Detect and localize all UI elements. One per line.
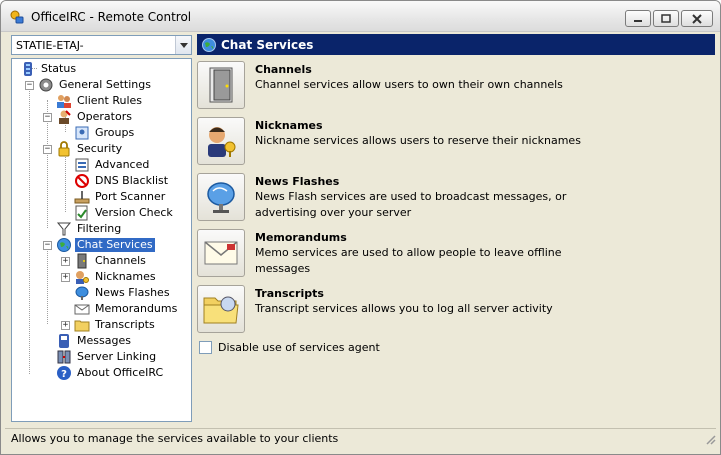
channels-title: Channels: [255, 63, 312, 76]
tree-item-groups[interactable]: Groups: [74, 125, 136, 141]
tree-item-filtering[interactable]: Filtering: [56, 221, 123, 237]
server-select-value: STATIE-ETAJ-: [16, 38, 84, 52]
svg-text:?: ?: [61, 369, 67, 380]
maximize-button[interactable]: [653, 10, 679, 27]
tree-collapse-toggle[interactable]: −: [43, 241, 52, 250]
status-text: Allows you to manage the services availa…: [11, 432, 339, 445]
globe-icon: [57, 238, 71, 252]
operators-icon: [59, 110, 71, 124]
channels-button[interactable]: [197, 61, 245, 109]
memorandums-button[interactable]: [197, 229, 245, 277]
tree-item-dns-blacklist[interactable]: DNS Blacklist: [74, 173, 170, 189]
tree-item-server-linking[interactable]: Server Linking: [56, 349, 158, 365]
panel-title: Chat Services: [221, 37, 314, 52]
disable-agent-label: Disable use of services agent: [218, 341, 380, 354]
channels-description: Channel services allow users to own thei…: [255, 78, 563, 91]
tree-item-security[interactable]: Security: [56, 141, 124, 157]
transcripts-description: Transcript services allows you to log al…: [255, 302, 553, 315]
tree-item-news-flashes[interactable]: News Flashes: [74, 285, 172, 301]
tree-line: [47, 244, 48, 324]
tree-item-client-rules[interactable]: Client Rules: [56, 93, 144, 109]
tree-expand-toggle[interactable]: +: [61, 273, 70, 282]
tree-item-advanced[interactable]: Advanced: [74, 157, 151, 173]
tree-expand-toggle[interactable]: +: [61, 257, 70, 266]
minimize-button[interactable]: [625, 10, 651, 27]
transcripts-button[interactable]: [197, 285, 245, 333]
app-icon: [10, 10, 24, 24]
tree-item-transcripts[interactable]: Transcripts: [74, 317, 157, 333]
memorandums-title: Memorandums: [255, 231, 347, 244]
satellite-icon: [207, 182, 235, 213]
close-icon: [692, 13, 702, 24]
status-icon: [24, 62, 32, 76]
memorandums-description: Memo services are used to allow people t…: [255, 246, 562, 275]
globe-icon: [202, 37, 216, 52]
nickname-icon: [208, 127, 236, 157]
tree-collapse-toggle[interactable]: −: [25, 81, 34, 90]
tree-item-chat-services[interactable]: Chat Services: [56, 237, 155, 253]
gear-icon: [39, 78, 53, 92]
blacklist-icon: [75, 174, 89, 188]
nicknames-description: Nickname services allows users to reserv…: [255, 134, 581, 147]
status-bar: Allows you to manage the services availa…: [5, 428, 716, 448]
nicknames-button[interactable]: [197, 117, 245, 165]
tree-item-memorandums[interactable]: Memorandums: [74, 301, 179, 317]
chevron-down-icon[interactable]: [175, 36, 191, 54]
tree-collapse-toggle[interactable]: −: [43, 145, 52, 154]
navigation-tree[interactable]: Status − General Settings Client Rules −…: [11, 58, 192, 422]
door-icon: [209, 67, 233, 103]
scanner-icon: [74, 191, 90, 204]
tree-item-about[interactable]: ? About OfficeIRC: [56, 365, 165, 381]
groups-icon: [75, 126, 89, 140]
tree-item-operators[interactable]: Operators: [56, 109, 134, 125]
server-select[interactable]: STATIE-ETAJ-: [11, 35, 192, 55]
lock-icon: [58, 141, 70, 157]
envelope-icon: [74, 304, 90, 315]
close-button[interactable]: [681, 10, 713, 27]
title-bar[interactable]: OfficeIRC - Remote Control: [1, 1, 720, 32]
messages-icon: [59, 334, 69, 348]
tree-item-channels[interactable]: Channels: [74, 253, 148, 269]
envelope-icon: [204, 241, 238, 265]
help-icon: ?: [57, 366, 71, 380]
satellite-icon: [75, 286, 89, 300]
app-window: OfficeIRC - Remote Control STATIE-ETAJ- …: [0, 0, 721, 455]
tree-expand-toggle[interactable]: +: [61, 321, 70, 330]
advanced-icon: [75, 158, 89, 172]
news-flashes-button[interactable]: [197, 173, 245, 221]
disable-agent-checkbox[interactable]: [199, 341, 212, 354]
maximize-icon: [661, 14, 671, 23]
nickname-icon: [76, 271, 89, 284]
tree-collapse-toggle[interactable]: −: [43, 113, 52, 122]
door-icon: [77, 253, 87, 269]
users-icon: [57, 95, 71, 108]
tree-item-nicknames[interactable]: Nicknames: [74, 269, 158, 285]
tree-item-port-scanner[interactable]: Port Scanner: [74, 189, 167, 205]
tree-item-general-settings[interactable]: General Settings: [38, 77, 153, 93]
window-title: OfficeIRC - Remote Control: [31, 10, 192, 24]
tree-item-status[interactable]: Status: [20, 61, 78, 77]
folder-icon: [74, 320, 90, 332]
nicknames-title: Nicknames: [255, 119, 323, 132]
folder-icon: [203, 296, 239, 324]
link-icon: [57, 350, 71, 364]
transcripts-title: Transcripts: [255, 287, 324, 300]
news-flashes-description: News Flash services are used to broadcas…: [255, 190, 567, 219]
filter-icon: [56, 222, 72, 236]
panel-header: Chat Services: [197, 34, 715, 55]
tree-line: [65, 148, 66, 212]
version-icon: [75, 205, 88, 221]
disable-agent-option[interactable]: Disable use of services agent: [199, 341, 380, 354]
resize-grip-icon[interactable]: [704, 433, 716, 445]
news-flashes-title: News Flashes: [255, 175, 340, 188]
tree-line: [29, 84, 30, 374]
tree-item-messages[interactable]: Messages: [56, 333, 133, 349]
minimize-icon: [634, 19, 642, 22]
tree-item-version-check[interactable]: Version Check: [74, 205, 175, 221]
